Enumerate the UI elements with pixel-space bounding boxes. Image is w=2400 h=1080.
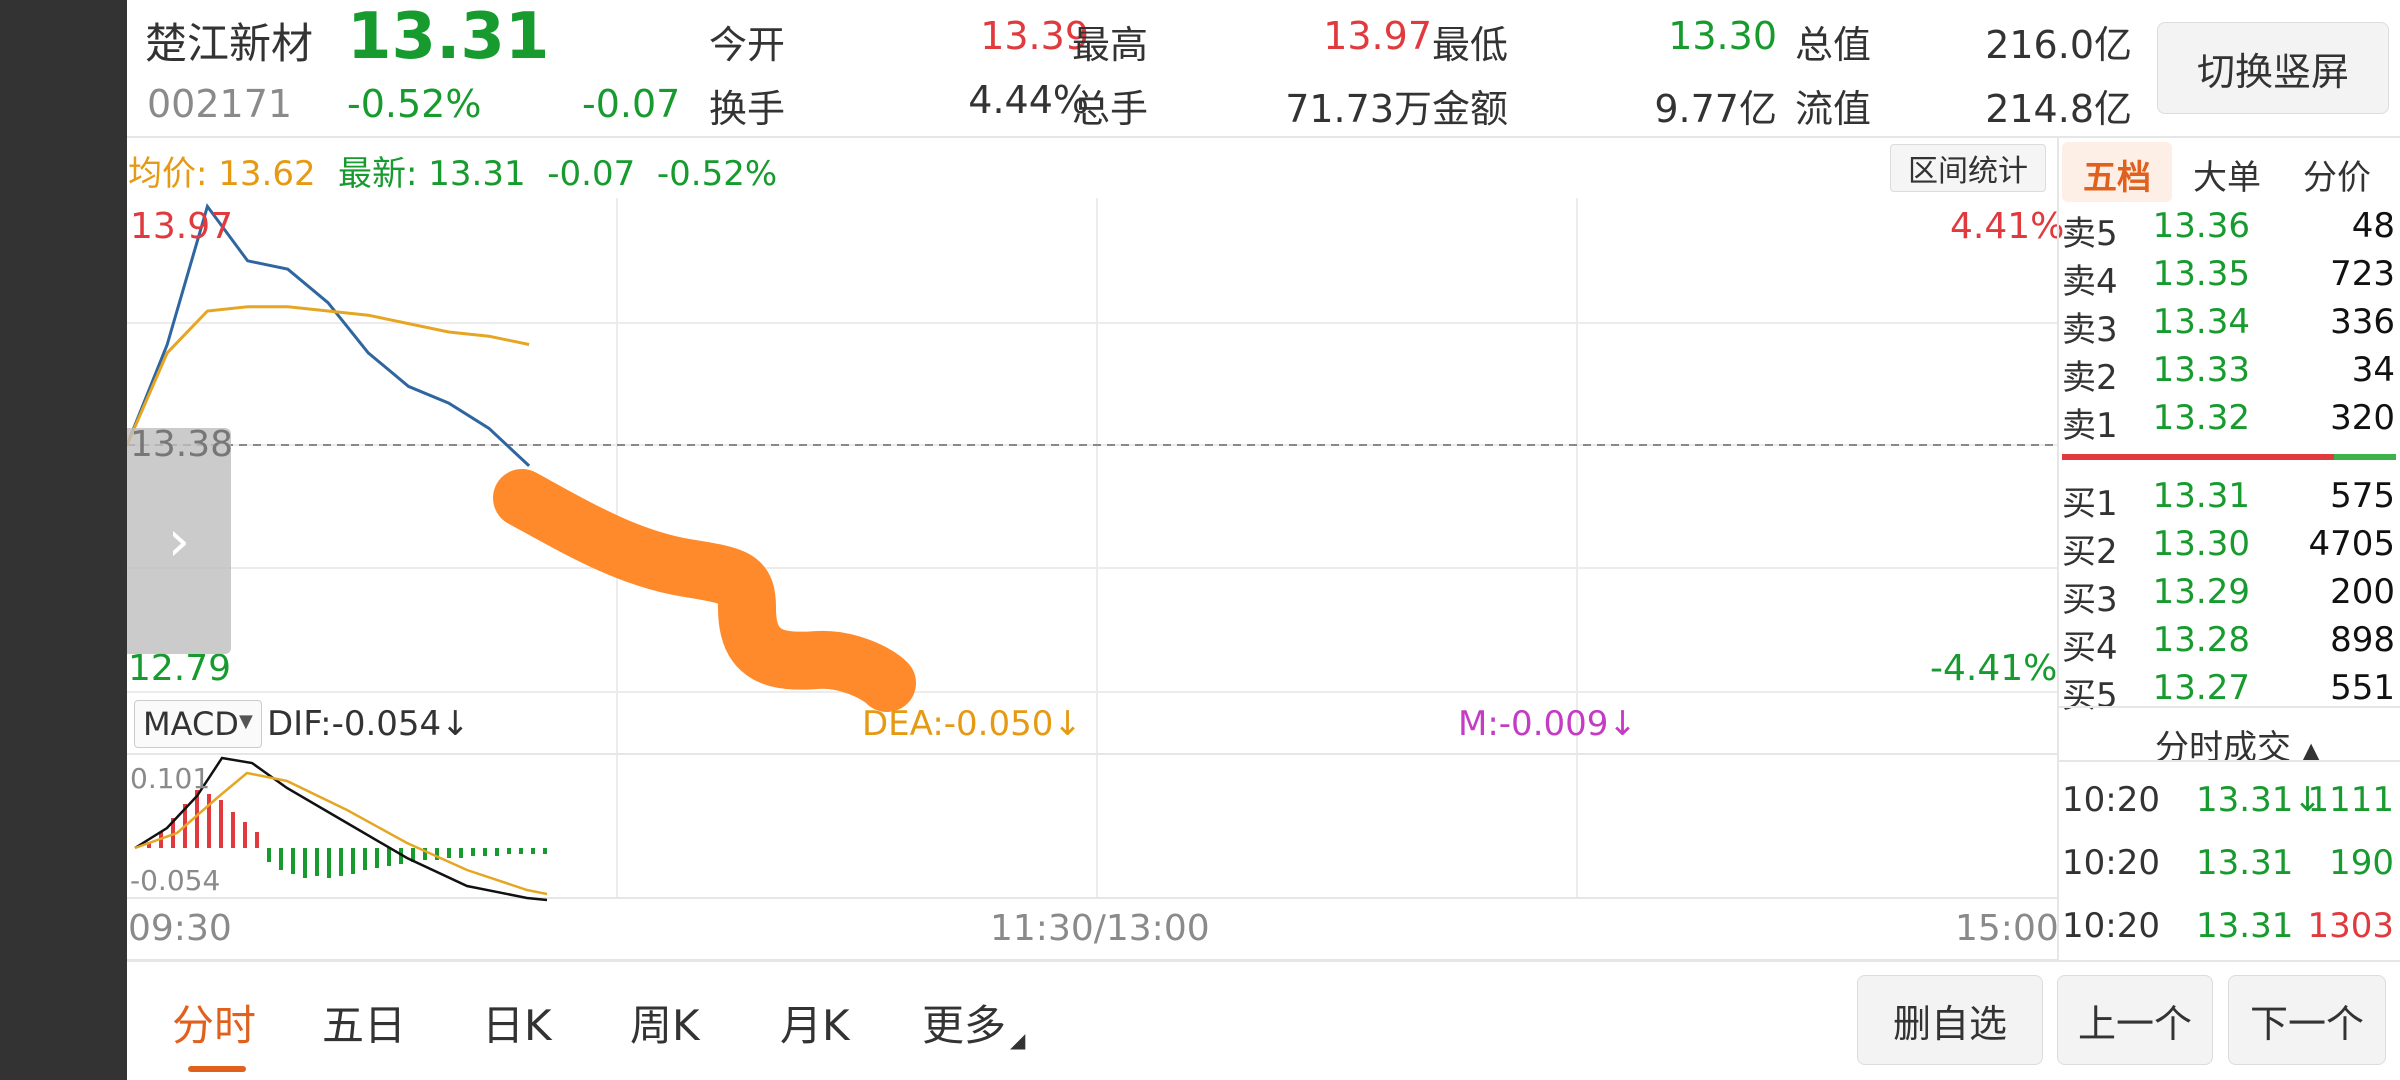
buy-price: 13.28 bbox=[2152, 620, 2250, 660]
stat-value-amount: 9.77亿 bbox=[1654, 87, 1777, 131]
stat-value-total-cap: 216.0亿 bbox=[1985, 23, 2132, 67]
switch-portrait-button[interactable]: 切换竖屏 bbox=[2157, 22, 2389, 114]
macd-selector[interactable]: MACD ▼ bbox=[134, 700, 262, 748]
sell-volume: 48 bbox=[2351, 206, 2395, 246]
bottom-divider bbox=[127, 960, 2400, 962]
macd-selector-label: MACD bbox=[143, 705, 239, 743]
intraday-chart bbox=[127, 198, 2057, 960]
sell-price: 13.36 bbox=[2152, 206, 2250, 246]
tab-more[interactable]: 更多 bbox=[922, 992, 1006, 1053]
stat-label-float-cap: 流值 bbox=[1795, 87, 1872, 131]
trade-time: 10:20 bbox=[2062, 906, 2160, 946]
stock-price: 13.31 bbox=[347, 0, 550, 74]
sell-price: 13.32 bbox=[2152, 398, 2250, 438]
buy-volume: 551 bbox=[2330, 668, 2395, 708]
buy-price: 13.29 bbox=[2152, 572, 2250, 612]
annotation-scribble bbox=[493, 469, 916, 712]
stat-label-low: 最低 bbox=[1432, 23, 1509, 67]
chevron-right-icon: › bbox=[167, 508, 191, 574]
dropdown-arrow-icon: ▼ bbox=[239, 711, 253, 732]
tab-big-orders[interactable]: 大单 bbox=[2193, 150, 2261, 199]
trade-time: 10:20 bbox=[2062, 843, 2160, 883]
tab-weekly-k[interactable]: 周K bbox=[630, 992, 700, 1053]
change-pct: -0.52% bbox=[347, 82, 482, 126]
active-tab-indicator bbox=[188, 1066, 246, 1072]
quote-header: 楚江新材 13.31 002171 -0.52% -0.07 今开 13.39 … bbox=[127, 0, 2400, 136]
macd-m: M:-0.009↓ bbox=[1458, 704, 1637, 744]
macd-dif: DIF:-0.054↓ bbox=[267, 704, 470, 744]
macd-dea: DEA:-0.050↓ bbox=[862, 704, 1082, 744]
time-end-label: 15:00 bbox=[1955, 908, 2059, 949]
sell-volume: 723 bbox=[2330, 254, 2395, 294]
macd-bottom-label: -0.054 bbox=[130, 864, 221, 897]
stock-code: 002171 bbox=[147, 82, 293, 126]
stat-label-total-cap: 总值 bbox=[1795, 23, 1872, 67]
next-stock-button[interactable]: 下一个 bbox=[2228, 975, 2386, 1065]
buy-price: 13.31 bbox=[2152, 476, 2250, 516]
avg-value: 13.62 bbox=[218, 154, 316, 194]
buy-volume: 4705 bbox=[2308, 524, 2395, 564]
stat-value-turnover: 4.44% bbox=[968, 78, 1089, 122]
trade-volume: 190 bbox=[2329, 843, 2394, 883]
stat-value-low: 13.30 bbox=[1668, 14, 1777, 58]
stat-value-float-cap: 214.8亿 bbox=[1985, 87, 2132, 131]
prev-stock-button[interactable]: 上一个 bbox=[2057, 975, 2213, 1065]
stat-label-volume: 总手 bbox=[1072, 87, 1149, 131]
trade-volume: 1111 bbox=[2307, 780, 2394, 820]
sell-volume: 336 bbox=[2330, 302, 2395, 342]
sell-ratio-bar bbox=[2062, 454, 2334, 460]
macd-top-label: 0.101 bbox=[130, 762, 211, 795]
trades-divider bbox=[2057, 760, 2400, 762]
time-mid-label: 11:30/13:00 bbox=[990, 908, 1210, 949]
sell-price: 13.34 bbox=[2152, 302, 2250, 342]
tab-daily-k[interactable]: 日K bbox=[482, 992, 552, 1053]
buy-volume: 575 bbox=[2330, 476, 2395, 516]
tab-intraday[interactable]: 分时 bbox=[172, 992, 256, 1053]
trade-price: 13.31 bbox=[2196, 906, 2294, 946]
latest-change: -0.07 bbox=[547, 154, 636, 194]
latest-pct: -0.52% bbox=[656, 154, 778, 194]
tab-monthly-k[interactable]: 月K bbox=[780, 992, 850, 1053]
sell-volume: 320 bbox=[2330, 398, 2395, 438]
chart-low-pct: -4.41% bbox=[1930, 648, 2058, 689]
trade-time: 10:20 bbox=[2062, 780, 2160, 820]
latest-info: 最新: 13.31 -0.07 -0.52% bbox=[338, 154, 778, 194]
stat-label-amount: 金额 bbox=[1432, 87, 1509, 131]
chart-high-pct: 4.41% bbox=[1950, 206, 2065, 247]
stock-name: 楚江新材 bbox=[145, 19, 314, 68]
stat-label-high: 最高 bbox=[1072, 23, 1149, 67]
tab-price-distribution[interactable]: 分价 bbox=[2303, 150, 2371, 199]
stat-label-open: 今开 bbox=[709, 23, 786, 67]
sell-price: 13.33 bbox=[2152, 350, 2250, 390]
sell-price: 13.35 bbox=[2152, 254, 2250, 294]
stat-value-open: 13.39 bbox=[980, 14, 1089, 58]
chart-base-label: 13.38 bbox=[130, 424, 234, 465]
buy-price: 13.30 bbox=[2152, 524, 2250, 564]
buy-volume: 200 bbox=[2330, 572, 2395, 612]
stat-value-high: 13.97 bbox=[1323, 14, 1432, 58]
sell-volume: 34 bbox=[2351, 350, 2395, 390]
chart-high-label: 13.97 bbox=[130, 206, 234, 247]
buy-ratio-bar bbox=[2334, 454, 2396, 460]
stat-value-volume: 71.73万 bbox=[1285, 87, 1432, 131]
trade-volume: 1303 bbox=[2307, 906, 2394, 946]
time-start-label: 09:30 bbox=[128, 908, 232, 949]
more-corner-icon: ◢ bbox=[1010, 1028, 1026, 1052]
tab-five-day[interactable]: 五日 bbox=[322, 992, 406, 1053]
avg-label: 均价: 13.62 bbox=[128, 154, 316, 194]
tab-five-levels-label: 五档 bbox=[2083, 158, 2151, 198]
trade-price: 13.31 bbox=[2196, 843, 2294, 883]
delete-watchlist-button[interactable]: 删自选 bbox=[1857, 975, 2043, 1065]
left-edge-bar bbox=[0, 0, 127, 1080]
change-value: -0.07 bbox=[582, 82, 681, 126]
orderbook-divider bbox=[2057, 706, 2400, 708]
chart-low-label: 12.79 bbox=[128, 648, 232, 689]
interval-stats-button[interactable]: 区间统计 bbox=[1890, 144, 2046, 192]
tab-five-levels[interactable]: 五档 bbox=[2062, 142, 2172, 202]
stat-label-turnover: 换手 bbox=[709, 87, 786, 131]
buy-price: 13.27 bbox=[2152, 668, 2250, 708]
latest-value: 13.31 bbox=[428, 154, 526, 194]
buy-volume: 898 bbox=[2330, 620, 2395, 660]
